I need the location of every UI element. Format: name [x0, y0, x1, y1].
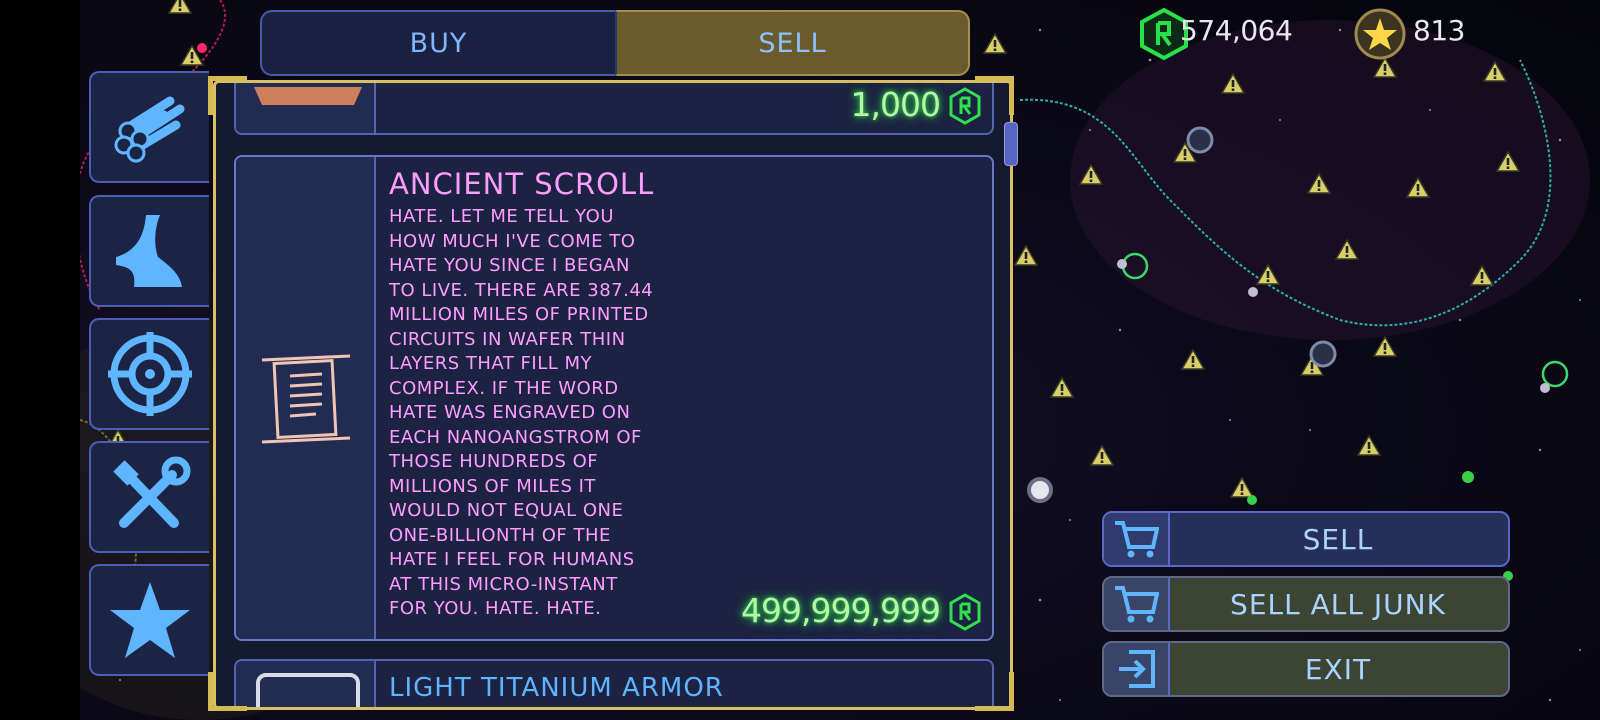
- credits-amount: 574,064: [1180, 14, 1293, 47]
- list-item[interactable]: 1,000: [234, 83, 994, 135]
- anvil-icon: [116, 215, 182, 287]
- item-icon-cell: [236, 661, 376, 707]
- list-item[interactable]: LIGHT TITANIUM ARMOR: [234, 659, 994, 707]
- crate-icon: [254, 87, 362, 105]
- tab-sell[interactable]: SELL: [615, 10, 970, 76]
- item-price: 499,999,999: [741, 591, 941, 630]
- sell-all-junk-button[interactable]: SELL ALL JUNK: [1102, 576, 1510, 632]
- target-icon: [108, 332, 192, 416]
- exit-button[interactable]: EXIT: [1102, 641, 1510, 697]
- panel-corner: [975, 76, 1014, 115]
- panel-corner: [208, 76, 247, 115]
- credit-icon: [949, 593, 981, 631]
- exit-icon-box: [1104, 643, 1170, 695]
- scroll-icon: [261, 354, 351, 444]
- sell-all-junk-label: SELL ALL JUNK: [1230, 587, 1446, 621]
- item-icon-cell: [236, 157, 376, 639]
- tab-buy-label: BUY: [409, 27, 468, 59]
- item-description: HATE. LET ME TELL YOU HOW MUCH I'VE COME…: [389, 206, 654, 619]
- sell-button[interactable]: SELL: [1102, 511, 1510, 567]
- tab-sell-label: SELL: [758, 27, 827, 59]
- scrollbar-thumb[interactable]: [1004, 122, 1018, 166]
- item-name: ANCIENT SCROLL: [389, 167, 655, 201]
- item-list-panel: 1,000 ANCIENT SCROLL HATE. LET ME TELL Y…: [213, 80, 1013, 710]
- game-screen: BUY SELL 1,000 ANCIENT SCROLL HATE. LET …: [80, 0, 1600, 720]
- category-tab-special[interactable]: [89, 564, 209, 676]
- tools-icon: [113, 456, 191, 528]
- category-tab-equipment[interactable]: [89, 441, 209, 553]
- category-tab-crafting[interactable]: [89, 195, 209, 307]
- stars-amount: 813: [1413, 14, 1465, 47]
- panel-corner: [975, 672, 1014, 711]
- cart-icon-box: [1104, 513, 1170, 565]
- armor-icon: [256, 673, 360, 707]
- exit-button-label: EXIT: [1304, 652, 1372, 686]
- pipes-icon: [114, 96, 185, 163]
- panel-corner: [208, 672, 247, 711]
- tab-buy[interactable]: BUY: [260, 10, 615, 76]
- cart-icon: [1115, 521, 1159, 558]
- cart-icon-box: [1104, 578, 1170, 630]
- item-name: LIGHT TITANIUM ARMOR: [389, 673, 724, 703]
- star-icon: [110, 582, 190, 658]
- sell-button-label: SELL: [1302, 522, 1374, 556]
- item-icon-cell: [236, 83, 376, 133]
- item-price: 1,000: [850, 85, 941, 124]
- category-tab-weapons[interactable]: [89, 318, 209, 430]
- cart-icon: [1115, 586, 1159, 623]
- list-item-selected[interactable]: ANCIENT SCROLL HATE. LET ME TELL YOU HOW…: [234, 155, 994, 641]
- star-currency-icon: [1354, 8, 1406, 60]
- category-tab-materials[interactable]: [89, 71, 209, 183]
- exit-icon: [1119, 650, 1155, 688]
